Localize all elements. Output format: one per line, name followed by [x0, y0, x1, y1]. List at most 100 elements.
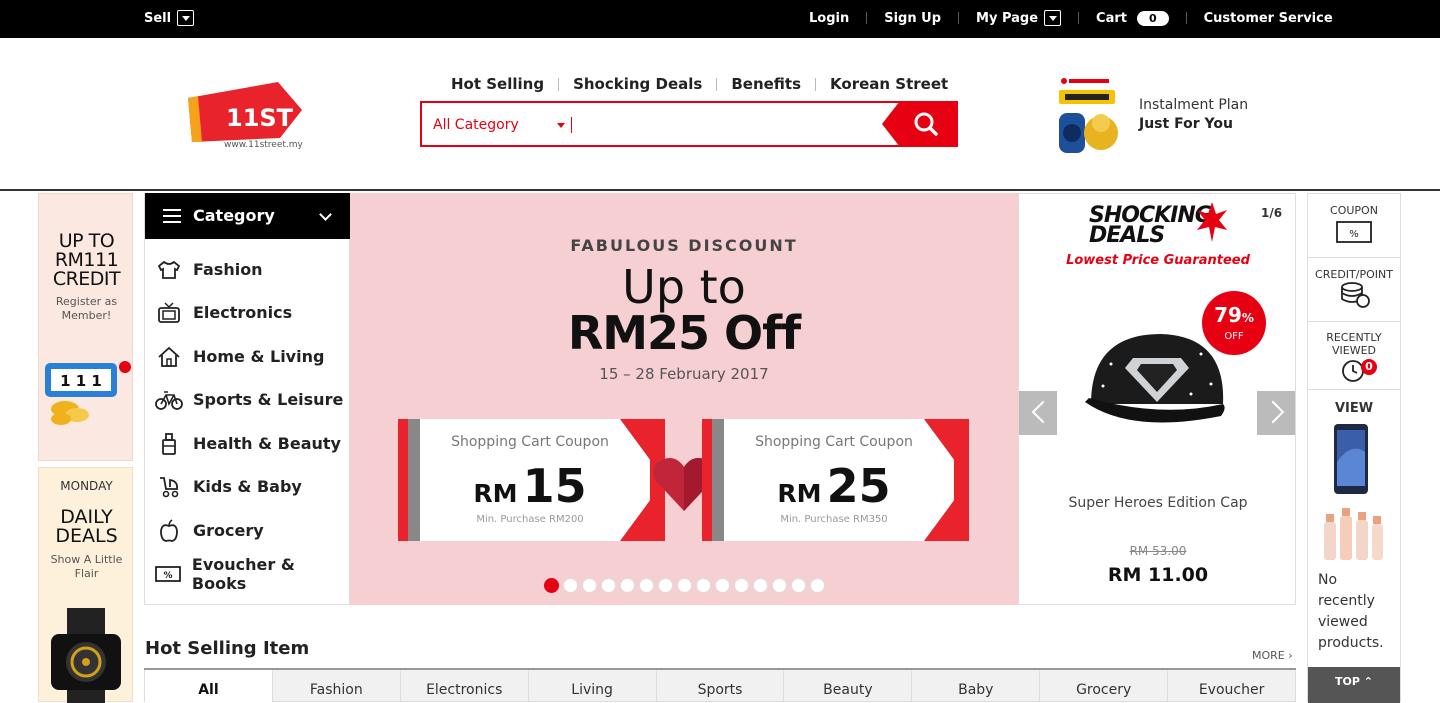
- deal-new-price: RM 11.00: [1107, 564, 1209, 586]
- coupon-amount: RM 25: [724, 459, 944, 513]
- quicklink-shocking-deals[interactable]: Shocking Deals: [573, 75, 702, 93]
- tab-fashion[interactable]: Fashion: [272, 670, 401, 702]
- category-item-evoucher-books[interactable]: % Evoucher & Books: [145, 552, 351, 595]
- category-label: Electronics: [193, 303, 293, 322]
- credit-graphic-digits: 1 1 1: [60, 372, 102, 390]
- my-page-menu[interactable]: My Page: [976, 10, 1062, 26]
- divider: [815, 77, 817, 91]
- carousel-dot[interactable]: [715, 578, 730, 593]
- carousel-dot[interactable]: [658, 578, 673, 593]
- category-label: Sports & Leisure: [193, 390, 344, 409]
- main-promo-banner[interactable]: FABULOUS DISCOUNT Up to RM25 Off 15 – 28…: [350, 193, 1018, 605]
- promo-line-2[interactable]: Just For You: [1139, 116, 1233, 132]
- discount-unit: %: [1241, 311, 1254, 325]
- carousel-dot[interactable]: [563, 578, 578, 593]
- recently-viewed-label: RECENTLY VIEWED: [1326, 331, 1382, 357]
- category-label: Home & Living: [193, 347, 325, 366]
- login-link[interactable]: Login: [809, 11, 849, 26]
- more-link[interactable]: MORE ›: [1252, 649, 1293, 662]
- promo-line-1[interactable]: Instalment Plan: [1139, 97, 1248, 113]
- deals-prev-arrow-icon[interactable]: [1019, 391, 1057, 435]
- category-item-kids-baby[interactable]: Kids & Baby: [145, 465, 351, 508]
- carousel-dot[interactable]: [696, 578, 711, 593]
- tab-electronics[interactable]: Electronics: [400, 670, 529, 702]
- coupon-rm15[interactable]: Shopping Cart Coupon RM 15 Min. Purchase…: [398, 419, 665, 541]
- instalment-promo-image[interactable]: [1057, 77, 1121, 163]
- category-caret-icon[interactable]: [557, 123, 565, 128]
- deals-next-arrow-icon[interactable]: [1257, 391, 1295, 435]
- tab-grocery[interactable]: Grocery: [1040, 670, 1169, 702]
- tab-baby[interactable]: Baby: [912, 670, 1041, 702]
- search-category-select[interactable]: All Category: [433, 117, 519, 133]
- carousel-dot[interactable]: [810, 578, 825, 593]
- tv-icon: [158, 301, 180, 323]
- shocking-deals-logo[interactable]: SHOCKING DEALS: [1089, 205, 1213, 248]
- chevron-right-icon: ›: [1288, 649, 1293, 662]
- carousel-dot[interactable]: [753, 578, 768, 593]
- coupon-shortcut[interactable]: COUPON %: [1308, 194, 1400, 258]
- header-quicklinks: Hot Selling Shocking Deals Benefits Kore…: [451, 75, 948, 93]
- category-menu-header[interactable]: Category: [145, 193, 351, 239]
- search-button[interactable]: [882, 101, 958, 147]
- view-label: VIEW: [1334, 401, 1374, 416]
- carousel-dot[interactable]: [544, 578, 559, 593]
- recently-viewed-shortcut[interactable]: RECENTLY VIEWED: [1308, 322, 1400, 390]
- smartphone-product-image[interactable]: [1331, 422, 1371, 496]
- category-item-health-beauty[interactable]: Health & Beauty: [145, 422, 351, 465]
- shocking-deals-panel: SHOCKING DEALS 1/6 Lowest Price Guarante…: [1018, 193, 1296, 605]
- top-bar: Sell Login Sign Up My Page Cart 0 Custom…: [0, 0, 1440, 38]
- quicklink-hot-selling[interactable]: Hot Selling: [451, 75, 544, 93]
- hot-selling-title: Hot Selling Item: [145, 638, 310, 659]
- cart-link[interactable]: Cart 0: [1096, 10, 1169, 26]
- customer-service-link[interactable]: Customer Service: [1204, 11, 1333, 26]
- deal-old-price: RM 53.00: [1129, 544, 1187, 558]
- shocking-logo-line-2: DEALS: [1089, 223, 1165, 248]
- cart-label: Cart: [1096, 10, 1127, 26]
- category-item-fashion[interactable]: Fashion: [145, 248, 351, 291]
- hot-selling-tabs: All Fashion Electronics Living Sports Be…: [144, 668, 1297, 702]
- carousel-dot[interactable]: [620, 578, 635, 593]
- tab-all[interactable]: All: [144, 670, 273, 702]
- sell-dropdown-icon[interactable]: [177, 10, 195, 26]
- deal-product-name[interactable]: Super Heroes Edition Cap: [1019, 495, 1297, 511]
- logo-text: 11ST: [226, 104, 294, 132]
- back-to-top-button[interactable]: TOP ⌃: [1308, 667, 1400, 703]
- 111-credit-graphic: 1 1 1: [45, 361, 131, 425]
- bottles-product-image[interactable]: [1320, 502, 1386, 564]
- bicycle-icon: [155, 390, 183, 410]
- category-item-sports-leisure[interactable]: Sports & Leisure: [145, 378, 351, 421]
- carousel-dot[interactable]: [601, 578, 616, 593]
- credit-point-shortcut[interactable]: CREDIT/POINT: [1308, 258, 1400, 322]
- signup-link[interactable]: Sign Up: [884, 11, 941, 26]
- my-page-dropdown-icon[interactable]: [1044, 10, 1062, 26]
- coupon-rm25[interactable]: Shopping Cart Coupon RM 25 Min. Purchase…: [702, 419, 969, 541]
- carousel-dot[interactable]: [639, 578, 654, 593]
- carousel-dot[interactable]: [772, 578, 787, 593]
- divider: [1078, 12, 1080, 24]
- divider: [716, 77, 718, 91]
- category-item-electronics[interactable]: Electronics: [145, 291, 351, 334]
- category-item-home-living[interactable]: Home & Living: [145, 335, 351, 378]
- coupon-currency: RM: [473, 479, 518, 508]
- top-nav: Login Sign Up My Page Cart 0 Customer Se…: [809, 10, 1333, 26]
- quicklink-benefits[interactable]: Benefits: [731, 75, 801, 93]
- quicklink-korean-street[interactable]: Korean Street: [830, 75, 948, 93]
- carousel-dot[interactable]: [582, 578, 597, 593]
- search-input[interactable]: [571, 117, 572, 133]
- tab-sports[interactable]: Sports: [656, 670, 785, 702]
- coupon-min-purchase: Min. Purchase RM350: [780, 514, 888, 525]
- shirt-icon: [157, 260, 181, 279]
- divider: [558, 77, 560, 91]
- category-item-grocery[interactable]: Grocery: [145, 509, 351, 552]
- svg-text:%: %: [164, 571, 173, 581]
- carousel-dot[interactable]: [734, 578, 749, 593]
- member-credit-banner[interactable]: UP TO RM111 CREDIT Register as Member! 1…: [38, 193, 133, 461]
- daily-deals-banner[interactable]: MONDAY DAILY DEALS Show A Little Flair: [38, 467, 133, 703]
- tab-living[interactable]: Living: [528, 670, 657, 702]
- carousel-dot[interactable]: [677, 578, 692, 593]
- tab-evoucher[interactable]: Evoucher: [1168, 670, 1297, 702]
- sell-menu[interactable]: Sell: [144, 10, 195, 26]
- apple-icon: [160, 518, 178, 542]
- carousel-dot[interactable]: [791, 578, 806, 593]
- tab-beauty[interactable]: Beauty: [784, 670, 913, 702]
